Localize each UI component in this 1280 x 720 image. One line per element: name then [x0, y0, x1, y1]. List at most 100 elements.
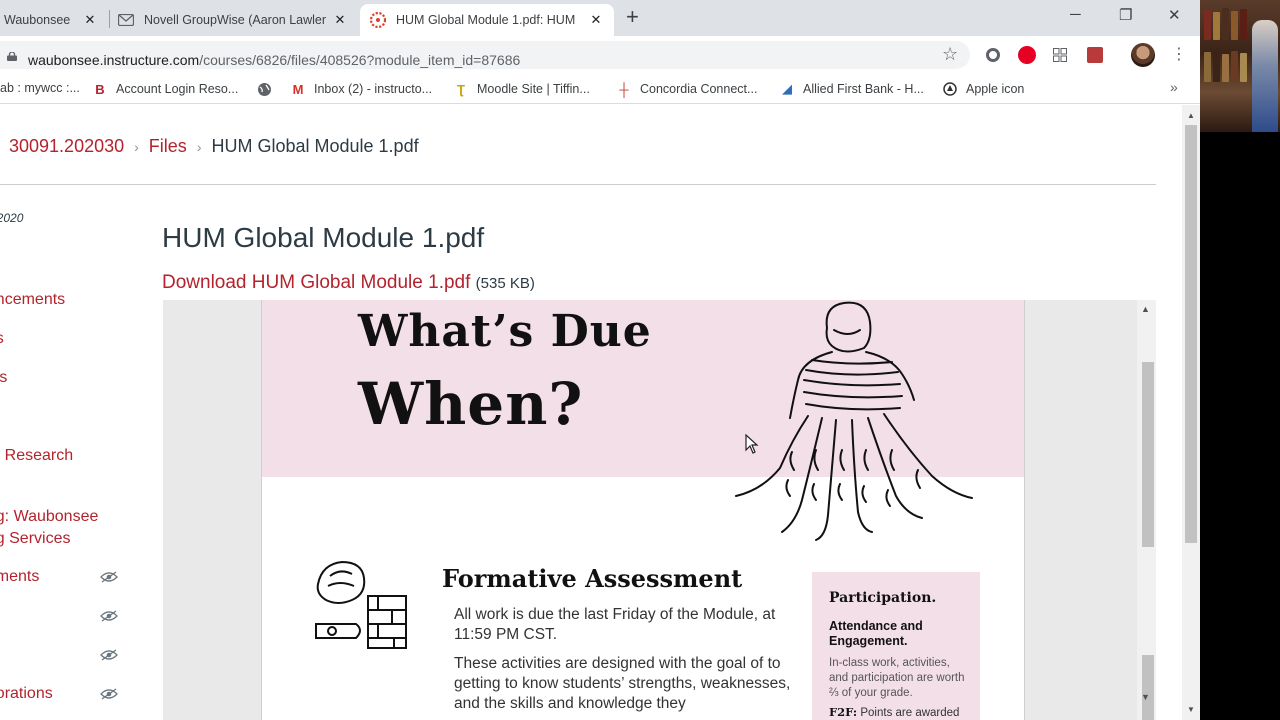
- participation-box: Participation. Attendance and Engagement…: [812, 572, 980, 720]
- b-icon: B: [95, 81, 105, 97]
- participation-f2f: F2F: Points are awarded: [829, 705, 979, 719]
- hidden-eye-icon: [100, 649, 118, 661]
- apple-icon: [942, 81, 958, 97]
- nav-item-label: ary Research: [0, 447, 74, 464]
- hidden-eye-icon: [100, 688, 118, 700]
- canvas-logo-icon: [370, 12, 386, 28]
- breadcrumb-separator: ›: [196, 138, 202, 155]
- mail-icon: [118, 12, 134, 28]
- download-row: Download HUM Global Module 1.pdf (535 KB…: [162, 272, 535, 294]
- canvas-page: 30091.202030 › Files › HUM Global Module…: [0, 105, 1182, 720]
- bookmark-account-login[interactable]: B Account Login Reso...: [92, 81, 238, 97]
- nav-item-tutoring[interactable]: ring: Waubonsee ring Services: [0, 506, 98, 550]
- nav-item-label: ring: Waubonsee: [0, 508, 99, 525]
- scroll-down-arrow-icon[interactable]: ▼: [1187, 705, 1195, 714]
- url-path: /courses/6826/files/408526?module_item_i…: [199, 52, 521, 68]
- pinterest-icon[interactable]: [1018, 46, 1036, 64]
- nav-item-syllabus[interactable]: bus: [0, 328, 4, 350]
- nav-item-announcements[interactable]: ouncements: [0, 289, 65, 311]
- bookmark-concordia[interactable]: ┼ Concordia Connect...: [616, 81, 757, 97]
- pdf-heading-line1: What’s Due: [358, 306, 652, 357]
- pdf-scrollbar-thumb[interactable]: [1142, 362, 1154, 547]
- page-scrollbar-thumb[interactable]: [1185, 125, 1197, 543]
- participation-heading: Participation.: [829, 590, 937, 606]
- breadcrumb-current: HUM Global Module 1.pdf: [211, 136, 419, 156]
- extension-circle-icon[interactable]: [986, 48, 1000, 62]
- pdf-section-title: Formative Assessment: [442, 564, 743, 593]
- bookmark-label: Allied First Bank - H...: [803, 82, 924, 96]
- close-tab-icon[interactable]: ✕: [332, 12, 348, 28]
- tab-title: Waubonsee: [4, 13, 71, 27]
- nav-item-label: ring Services: [0, 530, 71, 547]
- bookmarks-bar: ab : mywcc :... B Account Login Reso... M…: [0, 74, 1200, 104]
- cross-icon: ┼: [619, 81, 629, 97]
- bookmark-label: Concordia Connect...: [640, 82, 758, 96]
- close-window-button[interactable]: ✕: [1168, 6, 1181, 24]
- bookmark-star-icon[interactable]: ☆: [942, 44, 958, 65]
- nav-item-library-research[interactable]: ary Researchs: [0, 445, 73, 489]
- avatar[interactable]: [1131, 43, 1155, 67]
- nav-item-assignments[interactable]: gnments: [0, 566, 39, 588]
- gmail-icon: M: [292, 81, 304, 97]
- bookmark-apple[interactable]: Apple icon: [942, 81, 1024, 97]
- breadcrumb-course-link[interactable]: 30091.202030: [9, 136, 124, 157]
- pdf-scrollbar-thumb-secondary[interactable]: [1142, 655, 1154, 720]
- minimize-button[interactable]: ─: [1070, 6, 1081, 23]
- menu-kebab-icon[interactable]: ⋮: [1171, 45, 1187, 65]
- close-tab-icon[interactable]: ✕: [82, 12, 98, 28]
- tab-strip: Waubonsee ✕ Novell GroupWise (Aaron Lawl…: [0, 0, 1200, 36]
- bookmark-globe[interactable]: [256, 81, 280, 97]
- new-tab-button[interactable]: +: [626, 6, 639, 28]
- hidden-eye-icon: [100, 610, 118, 622]
- participation-subheading: Attendance and Engagement.: [829, 619, 923, 648]
- lock-icon: [7, 52, 17, 61]
- pdf-paragraph: All work is due the last Friday of the M…: [454, 606, 776, 643]
- scroll-up-arrow-icon[interactable]: ▲: [1141, 304, 1150, 314]
- close-tab-icon[interactable]: ✕: [588, 12, 604, 28]
- tab-title: Novell GroupWise (Aaron Lawler): [144, 13, 326, 27]
- acrobat-icon[interactable]: [1087, 47, 1103, 63]
- tab-groupwise[interactable]: Novell GroupWise (Aaron Lawler) ✕: [110, 4, 358, 36]
- page-scrollbar[interactable]: ▲ ▼: [1182, 105, 1200, 720]
- url-text: waubonsee.instructure.com/courses/6826/f…: [28, 52, 520, 68]
- mouse-cursor-icon: [745, 434, 759, 454]
- bookmark-label: Account Login Reso...: [116, 82, 239, 96]
- breadcrumb-files-link[interactable]: Files: [149, 136, 187, 157]
- nav-item-modules[interactable]: ules: [0, 367, 7, 389]
- tab-title: HUM Global Module 1.pdf: HUM: [396, 13, 576, 27]
- bookmark-allied-bank[interactable]: ◢ Allied First Bank - H...: [779, 81, 924, 97]
- course-term: ber 2020: [0, 211, 24, 225]
- bookmark-label: Inbox (2) - instructo...: [314, 82, 433, 96]
- bookmark-mywcc[interactable]: ab : mywcc :...: [0, 81, 80, 95]
- f2f-label: F2F:: [829, 705, 858, 719]
- tentacle-figure-illustration: [735, 301, 973, 541]
- address-bar[interactable]: waubonsee.instructure.com/courses/6826/f…: [0, 41, 970, 69]
- header-divider: [0, 184, 1156, 185]
- extension-grid-icon[interactable]: [1053, 48, 1067, 62]
- restore-button[interactable]: ❐: [1119, 6, 1132, 24]
- file-title: HUM Global Module 1.pdf: [162, 222, 485, 253]
- scroll-up-arrow-icon[interactable]: ▲: [1187, 111, 1195, 120]
- pdf-viewer[interactable]: What’s Due When? Formative Assessment Al…: [163, 300, 1156, 720]
- bookmark-moodle[interactable]: Ʈ Moodle Site | Tiffin...: [453, 81, 590, 97]
- url-host: waubonsee.instructure.com: [28, 52, 200, 68]
- breadcrumb: 30091.202030 › Files › HUM Global Module…: [9, 136, 419, 157]
- file-size: (535 KB): [475, 275, 535, 292]
- more-bookmarks-button[interactable]: »: [1170, 79, 1178, 95]
- bookmark-inbox[interactable]: M Inbox (2) - instructo...: [290, 81, 433, 97]
- pdf-paragraph: These activities are designed with the g…: [454, 655, 791, 712]
- pdf-heading-line2: When?: [358, 370, 584, 438]
- participation-text: In-class work, activities, and participa…: [829, 657, 965, 699]
- pdf-page: What’s Due When? Formative Assessment Al…: [261, 300, 1025, 720]
- tab-waubonsee[interactable]: Waubonsee ✕: [0, 4, 108, 36]
- hand-building-illustration: [315, 560, 407, 649]
- moodle-icon: Ʈ: [457, 81, 465, 97]
- nav-item-collaborations[interactable]: aborations: [0, 683, 53, 705]
- tab-hum-pdf[interactable]: HUM Global Module 1.pdf: HUM ✕: [360, 4, 614, 36]
- webcam-feed: [1200, 0, 1280, 720]
- pdf-scrollbar[interactable]: ▲ ▼: [1137, 300, 1156, 720]
- bookshelf-image: [1200, 0, 1280, 132]
- scroll-down-arrow-icon[interactable]: ▼: [1141, 692, 1150, 702]
- download-link[interactable]: Download HUM Global Module 1.pdf: [162, 272, 470, 293]
- bookmark-label: ab : mywcc :...: [0, 81, 80, 95]
